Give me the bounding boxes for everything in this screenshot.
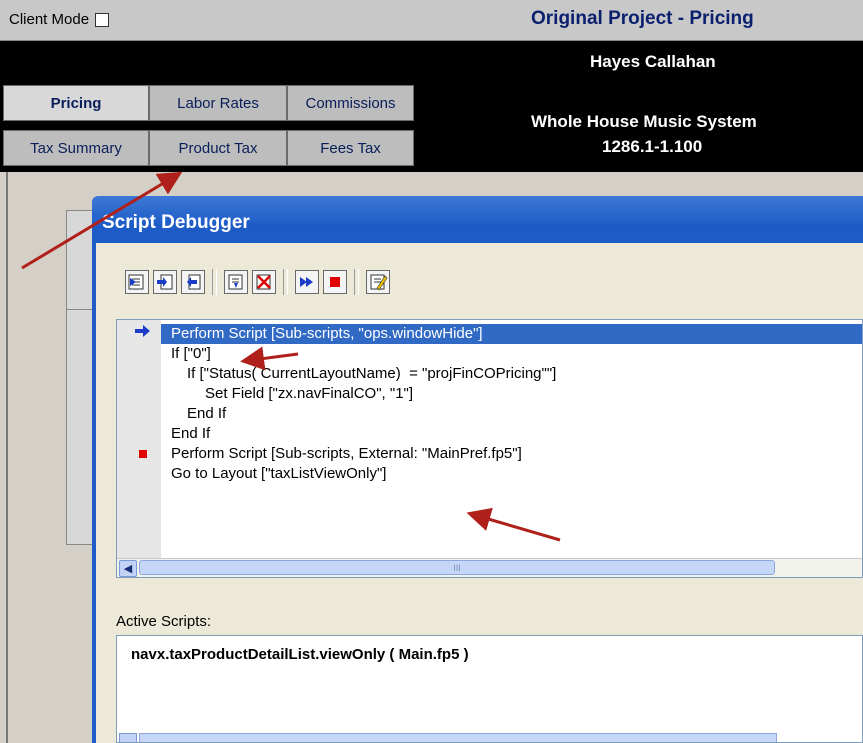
current-step-arrow-icon — [135, 325, 150, 337]
script-line[interactable]: Go to Layout ["taxListViewOnly"] — [171, 464, 386, 484]
client-mode-label: Client Mode — [9, 11, 90, 28]
tab-commissions[interactable]: Commissions — [287, 85, 414, 121]
set-next-step-icon[interactable] — [224, 270, 248, 294]
project-title: Original Project - Pricing — [531, 8, 754, 29]
debugger-toolbar — [125, 269, 390, 295]
system-name: Whole House Music System — [531, 112, 757, 131]
debugger-title: Script Debugger — [102, 212, 250, 233]
script-debugger-window: Script Debugger Perform Script [Sub-scri… — [92, 196, 863, 743]
script-line[interactable]: Perform Script [Sub-scripts, External: "… — [171, 444, 522, 464]
toolbar-separator — [212, 269, 217, 295]
scroll-left-icon[interactable]: ◀ — [119, 560, 137, 577]
active-script-item[interactable]: navx.taxProductDetailList.viewOnly ( Mai… — [131, 646, 469, 663]
script-line[interactable]: End If — [187, 404, 226, 424]
toolbar-separator — [283, 269, 288, 295]
active-scroll-thumb[interactable] — [139, 733, 777, 742]
layout-left-border — [6, 172, 8, 743]
halt-icon[interactable] — [323, 270, 347, 294]
step-out-icon[interactable] — [181, 270, 205, 294]
scroll-thumb-grip: III — [453, 562, 461, 573]
tab-pricing[interactable]: Pricing — [3, 85, 149, 121]
active-scripts-label: Active Scripts: — [116, 613, 212, 630]
active-scripts-list[interactable]: navx.taxProductDetailList.viewOnly ( Mai… — [116, 635, 863, 743]
breakpoint-gutter[interactable] — [117, 320, 161, 577]
client-name: Hayes Callahan — [590, 52, 716, 71]
script-listing[interactable]: Perform Script [Sub-scripts, "ops.window… — [116, 319, 863, 578]
tab-tax-summary[interactable]: Tax Summary — [3, 130, 149, 166]
system-code: 1286.1-1.100 — [602, 137, 703, 156]
step-over-icon[interactable] — [125, 270, 149, 294]
step-into-icon[interactable] — [153, 270, 177, 294]
script-line[interactable]: End If — [171, 424, 210, 444]
active-scroll-left-icon[interactable] — [119, 733, 137, 742]
script-line[interactable]: Set Field ["zx.navFinalCO", "1"] — [205, 384, 413, 404]
clear-breakpoints-icon[interactable] — [252, 270, 276, 294]
run-icon[interactable] — [295, 270, 319, 294]
tab-labor-rates[interactable]: Labor Rates — [149, 85, 287, 121]
tab-product-tax[interactable]: Product Tax — [149, 130, 287, 166]
edit-script-icon[interactable] — [366, 270, 390, 294]
script-line[interactable]: If ["Status( CurrentLayoutName) = "projF… — [187, 364, 556, 384]
debugger-body: Perform Script [Sub-scripts, "ops.window… — [96, 243, 863, 743]
tab-fees-tax[interactable]: Fees Tax — [287, 130, 414, 166]
script-line[interactable]: If ["0"] — [171, 344, 211, 364]
breakpoint-marker-icon[interactable] — [139, 450, 147, 458]
top-header: Client Mode Original Project - Pricing — [0, 0, 863, 41]
client-mode-toggle[interactable]: Client Mode — [9, 11, 110, 28]
client-mode-checkbox[interactable] — [95, 12, 110, 27]
toolbar-separator — [354, 269, 359, 295]
script-line-current[interactable]: Perform Script [Sub-scripts, "ops.window… — [161, 324, 862, 344]
scroll-thumb[interactable]: III — [139, 560, 775, 575]
script-horizontal-scrollbar[interactable]: ◀ III — [117, 558, 862, 577]
